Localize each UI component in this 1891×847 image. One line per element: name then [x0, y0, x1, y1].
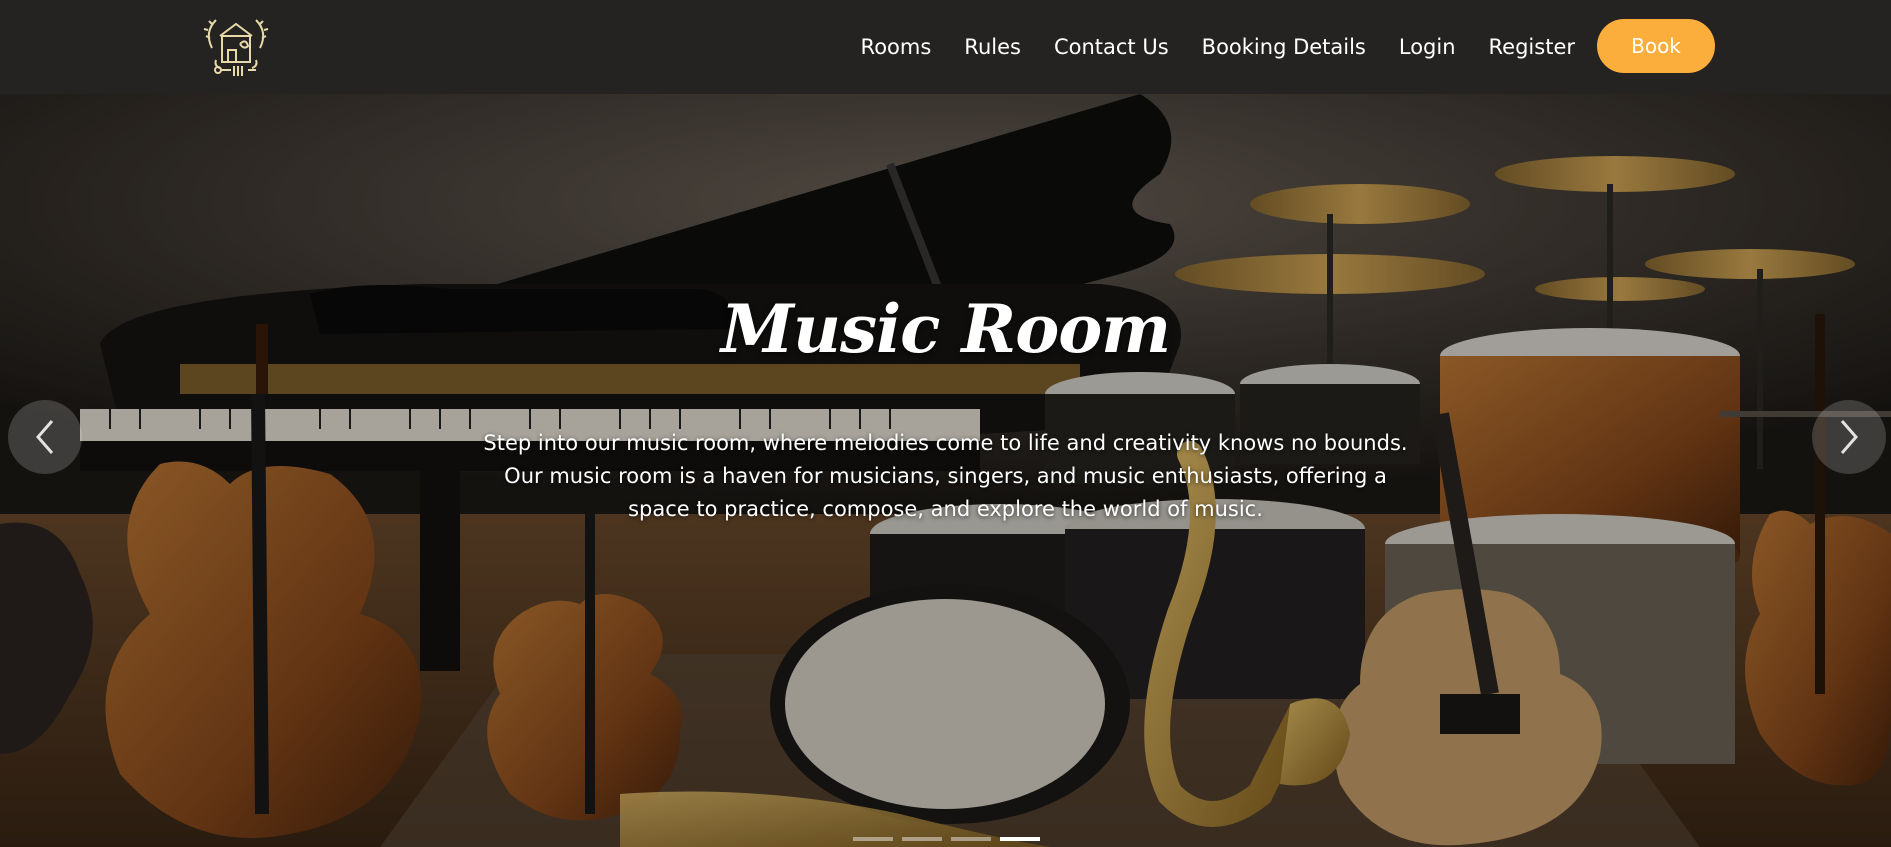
chevron-right-icon: [1840, 420, 1858, 454]
carousel-indicator[interactable]: [951, 837, 991, 841]
navbar: Rooms Rules Contact Us Booking Details L…: [0, 0, 1891, 94]
carousel-indicator-active[interactable]: [1000, 837, 1040, 841]
hero-title: Music Room: [720, 290, 1171, 368]
carousel-indicators: [853, 837, 1049, 842]
nav-link-rules[interactable]: Rules: [964, 35, 1021, 59]
carousel-next-button[interactable]: [1812, 400, 1886, 474]
nav-link-rooms[interactable]: Rooms: [861, 35, 932, 59]
nav-link-contact-us[interactable]: Contact Us: [1054, 35, 1169, 59]
nav-link-booking-details[interactable]: Booking Details: [1202, 35, 1366, 59]
music-house-logo-icon[interactable]: [198, 8, 274, 84]
nav-links: Rooms Rules Contact Us Booking Details L…: [861, 0, 1575, 94]
book-button[interactable]: Book: [1597, 19, 1715, 73]
nav-link-login[interactable]: Login: [1399, 35, 1456, 59]
carousel-indicator[interactable]: [902, 837, 942, 841]
hero-carousel: Music Room Step into our music room, whe…: [0, 94, 1891, 847]
hero-description: Step into our music room, where melodies…: [483, 431, 1408, 521]
carousel-prev-button[interactable]: [8, 400, 82, 474]
carousel-indicator[interactable]: [853, 837, 893, 841]
chevron-left-icon: [36, 420, 54, 454]
nav-link-register[interactable]: Register: [1489, 35, 1575, 59]
